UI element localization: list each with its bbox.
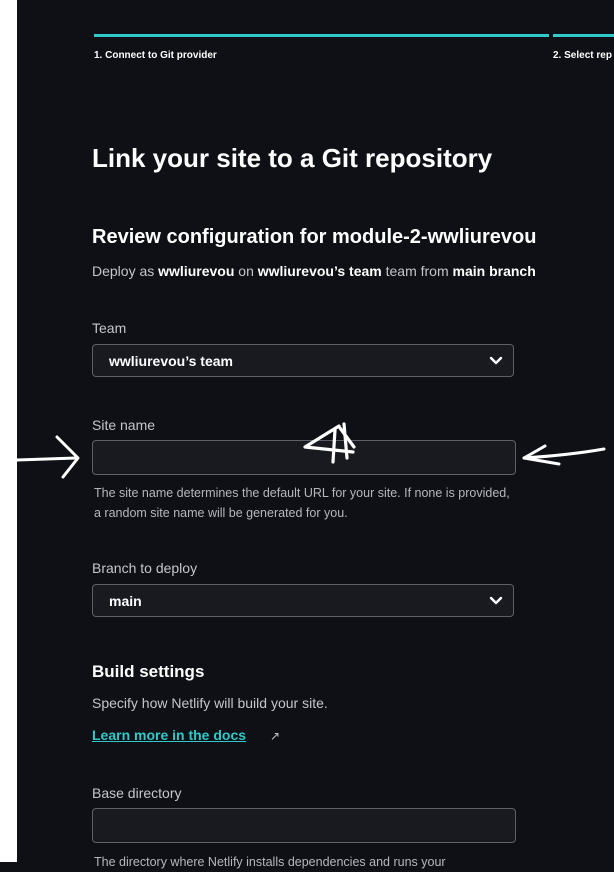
arrow-right-annotation <box>522 444 606 466</box>
annotation-layer <box>15 422 606 479</box>
scribble-annotation <box>303 422 356 464</box>
arrow-left-annotation <box>15 435 80 479</box>
